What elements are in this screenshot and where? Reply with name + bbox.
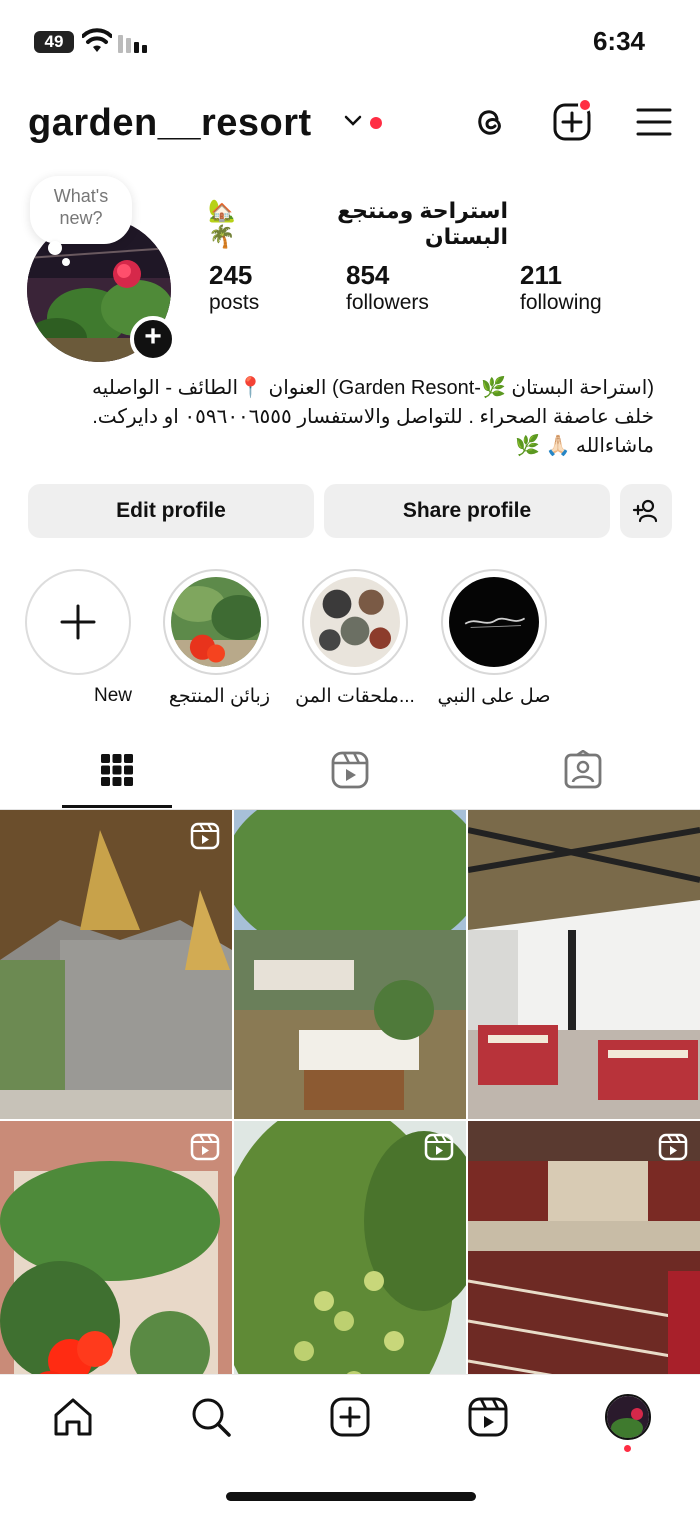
note-placeholder: What's new?: [53, 186, 109, 228]
notification-dot: [370, 117, 382, 129]
grid-icon: [101, 754, 133, 786]
create-icon: [330, 1397, 370, 1437]
posts-label: posts: [209, 291, 260, 314]
create-notification-dot: [578, 98, 592, 112]
plus-icon: [60, 604, 96, 640]
highlight-ring: [302, 569, 408, 675]
profile-tabs: [0, 740, 700, 810]
reels-icon: [331, 751, 369, 789]
bio-line: ماشاءالله 🙏🏻 🌿: [515, 435, 654, 457]
highlight-cover: [449, 577, 539, 667]
home-indicator: [226, 1492, 476, 1501]
note-bubble-tail-small: [62, 258, 70, 266]
following-stat[interactable]: 211 following: [520, 260, 602, 316]
create-tab[interactable]: [328, 1395, 372, 1439]
highlight-new-ring: [25, 569, 131, 675]
reel-badge-icon: [658, 1133, 688, 1161]
highlight-cover: [171, 577, 261, 667]
cell-signal-icon: [118, 35, 147, 53]
post-thumbnail[interactable]: [0, 810, 232, 1119]
highlight-item[interactable]: ملحقات المن...: [295, 569, 415, 708]
following-count: 211: [520, 260, 562, 290]
posts-grid: [0, 810, 700, 1430]
reels-nav-icon: [468, 1397, 508, 1437]
wifi-icon: [82, 28, 112, 52]
clock: 6:34: [592, 26, 645, 56]
highlight-ring: [163, 569, 269, 675]
profile-notification-dot: [624, 1445, 631, 1452]
profile-tab-avatar[interactable]: [605, 1394, 651, 1440]
highlight-label: زبائن المنتجع: [168, 686, 270, 707]
followers-label: followers: [346, 291, 429, 314]
highlight-item[interactable]: زبائن المنتجع: [162, 569, 270, 708]
share-profile-button[interactable]: Share profile: [324, 484, 610, 538]
following-label: following: [520, 291, 602, 314]
reels-nav-tab[interactable]: [466, 1395, 510, 1439]
post-thumbnail[interactable]: [468, 810, 700, 1119]
chevron-down-icon[interactable]: [343, 114, 363, 128]
menu-icon[interactable]: [634, 102, 674, 142]
edit-profile-button[interactable]: Edit profile: [28, 484, 314, 538]
posts-stat[interactable]: 245 posts: [209, 260, 259, 316]
reels-tab[interactable]: [330, 750, 370, 792]
highlight-new[interactable]: New: [24, 569, 132, 707]
post-thumbnail[interactable]: [234, 810, 466, 1119]
followers-stat[interactable]: 854 followers: [346, 260, 429, 316]
home-icon: [54, 1398, 92, 1436]
search-icon: [192, 1398, 231, 1437]
full-name-text: استراحة ومنتجع البستان: [337, 198, 508, 249]
highlight-cover: [310, 577, 400, 667]
reel-badge-icon: [190, 822, 220, 850]
add-person-icon: [632, 499, 658, 523]
note-bubble[interactable]: What's new?: [30, 176, 132, 244]
tagged-icon: [564, 749, 602, 789]
note-bubble-tail: [48, 241, 62, 255]
reel-badge-icon: [190, 1133, 220, 1161]
search-tab[interactable]: [189, 1395, 233, 1439]
full-name-emoji: 🏡🌴: [208, 198, 236, 249]
grid-tab[interactable]: [97, 750, 137, 792]
profile-header: garden__resort: [0, 94, 700, 158]
status-bar: 49 6:34: [0, 0, 700, 84]
profile-bio: (استراحة البستان 🌿-Garden Resont) العنوا…: [26, 374, 654, 461]
add-story-button[interactable]: +: [130, 316, 176, 362]
battery-indicator: 49: [34, 31, 74, 53]
highlight-item[interactable]: صل على النبي: [437, 569, 551, 708]
active-tab-indicator: [62, 805, 172, 808]
threads-icon[interactable]: [470, 102, 510, 142]
tagged-tab[interactable]: [563, 749, 603, 792]
highlight-label: New: [93, 685, 132, 706]
followers-count: 854: [346, 260, 390, 290]
reel-badge-icon: [424, 1133, 454, 1161]
highlight-label: صل على النبي: [437, 686, 551, 707]
username[interactable]: garden__resort: [28, 102, 312, 145]
home-tab[interactable]: [51, 1395, 95, 1439]
bio-line: خلف عاصفة الصحراء . للتواصل والاستفسار ٠…: [92, 406, 654, 428]
posts-count: 245: [209, 260, 253, 290]
profile-full-name: 🏡🌴 استراحة ومنتجع البستان: [208, 198, 508, 249]
bio-line: (استراحة البستان 🌿-Garden Resont) العنوا…: [91, 377, 654, 399]
highlight-label: ملحقات المن...: [295, 686, 415, 707]
highlight-ring: [441, 569, 547, 675]
discover-people-button[interactable]: [620, 484, 672, 538]
